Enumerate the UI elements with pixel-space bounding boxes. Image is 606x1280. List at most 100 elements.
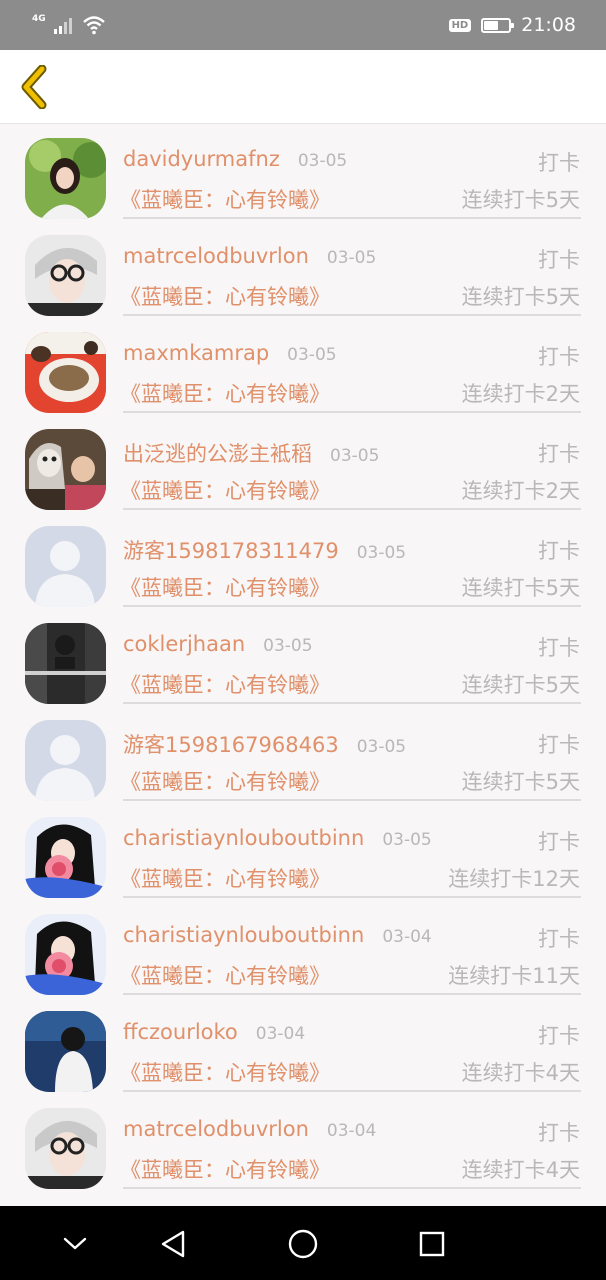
book-title[interactable]: 《蓝曦臣：心有铃曦》 [120,1057,330,1087]
avatar[interactable] [25,138,106,219]
checkin-row[interactable]: coklerjhaan 03-05 打卡 《蓝曦臣：心有铃曦》 连续打卡5天 [0,610,606,707]
user-name[interactable]: 游客1598178311479 03-05 [123,535,406,565]
divider [123,217,581,219]
divider [123,993,581,995]
checkin-label: 打卡 [538,733,580,757]
divider [123,411,581,413]
divider [123,1187,581,1189]
checkin-row[interactable]: 游客1598167968463 03-05 打卡 《蓝曦臣：心有铃曦》 连续打卡5… [0,707,606,804]
book-title[interactable]: 《蓝曦臣：心有铃曦》 [120,1154,330,1184]
nav-home-button[interactable] [283,1224,323,1264]
divider [123,799,581,801]
signal-icon [53,18,72,34]
streak-text: 连续打卡2天 [461,479,580,503]
checkin-row[interactable]: matrcelodbuvrlon 03-04 打卡 《蓝曦臣：心有铃曦》 连续打卡… [0,1095,606,1192]
avatar[interactable] [25,720,106,801]
user-name[interactable]: davidyurmafnz 03-05 [123,147,347,171]
checkin-row[interactable]: 游客1598178311479 03-05 打卡 《蓝曦臣：心有铃曦》 连续打卡5… [0,513,606,610]
streak-text: 连续打卡5天 [461,673,580,697]
hd-badge: HD [448,18,472,32]
streak-text: 连续打卡5天 [461,576,580,600]
avatar[interactable] [25,817,106,898]
avatar[interactable] [25,1108,106,1189]
streak-text: 连续打卡5天 [461,770,580,794]
nav-back-button[interactable] [153,1224,193,1264]
home-circle-icon [288,1229,318,1259]
post-date: 03-05 [263,636,313,656]
post-date: 03-04 [255,1024,306,1044]
back-triangle-icon [161,1230,185,1258]
post-date: 03-05 [330,446,380,466]
user-name[interactable]: maxmkamrap 03-05 [123,341,337,365]
checkin-label: 打卡 [538,248,580,272]
book-title[interactable]: 《蓝曦臣：心有铃曦》 [120,863,330,893]
post-date: 03-04 [326,1121,377,1141]
chevron-left-icon [21,65,47,109]
divider [123,314,581,316]
book-title[interactable]: 《蓝曦臣：心有铃曦》 [120,766,330,796]
post-date: 03-05 [356,543,407,563]
user-name[interactable]: coklerjhaan 03-05 [123,632,313,656]
status-left: 4G [32,12,106,38]
streak-text: 连续打卡5天 [461,285,580,309]
checkin-row[interactable]: ffczourloko 03-04 打卡 《蓝曦臣：心有铃曦》 连续打卡4天 [0,998,606,1095]
book-title[interactable]: 《蓝曦臣：心有铃曦》 [120,960,330,990]
user-name[interactable]: 游客1598167968463 03-05 [123,729,406,759]
hide-nav-button[interactable] [55,1224,95,1264]
status-right: HD 21:08 [448,10,576,40]
chevron-down-icon [63,1237,87,1250]
recents-square-icon [419,1231,445,1257]
streak-text: 连续打卡4天 [461,1158,580,1182]
user-name[interactable]: matrcelodbuvrlon 03-04 [123,1117,376,1141]
book-title[interactable]: 《蓝曦臣：心有铃曦》 [120,184,330,214]
post-date: 03-05 [382,830,432,850]
avatar[interactable] [25,429,106,510]
post-date: 03-04 [382,927,432,947]
divider [123,702,581,704]
streak-text: 连续打卡4天 [461,1061,580,1085]
divider [123,605,581,607]
nav-recents-button[interactable] [412,1224,452,1264]
divider [123,1090,581,1092]
avatar[interactable] [25,332,106,413]
checkin-row[interactable]: matrcelodbuvrlon 03-05 打卡 《蓝曦臣：心有铃曦》 连续打卡… [0,222,606,319]
divider [123,508,581,510]
status-bar: 4G HD 21:08 [0,0,606,50]
post-date: 03-05 [356,737,407,757]
streak-text: 连续打卡11天 [448,964,580,988]
checkin-label: 打卡 [538,151,580,175]
clock: 21:08 [521,14,576,36]
wifi-icon [82,16,105,35]
header-bar [0,50,606,124]
avatar[interactable] [25,914,106,995]
streak-text: 连续打卡2天 [461,382,580,406]
user-name[interactable]: charistiaynlouboutbinn 03-04 [123,923,432,947]
book-title[interactable]: 《蓝曦臣：心有铃曦》 [120,475,330,505]
checkin-row[interactable]: davidyurmafnz 03-05 打卡 《蓝曦臣：心有铃曦》 连续打卡5天 [0,125,606,222]
streak-text: 连续打卡5天 [461,188,580,212]
checkin-list[interactable]: davidyurmafnz 03-05 打卡 《蓝曦臣：心有铃曦》 连续打卡5天 … [0,125,606,1206]
checkin-label: 打卡 [538,1121,580,1145]
book-title[interactable]: 《蓝曦臣：心有铃曦》 [120,669,330,699]
avatar[interactable] [25,1011,106,1092]
checkin-row[interactable]: 出泛逃的公澎主袛稻 03-05 打卡 《蓝曦臣：心有铃曦》 连续打卡2天 [0,416,606,513]
avatar[interactable] [25,623,106,704]
user-name[interactable]: charistiaynlouboutbinn 03-05 [123,826,432,850]
user-name[interactable]: ffczourloko 03-04 [123,1020,305,1044]
avatar[interactable] [25,235,106,316]
avatar[interactable] [25,526,106,607]
network-type: 4G [32,14,46,24]
user-name[interactable]: matrcelodbuvrlon 03-05 [123,244,376,268]
post-date: 03-05 [326,248,377,268]
checkin-row[interactable]: charistiaynlouboutbinn 03-05 打卡 《蓝曦臣：心有铃曦… [0,804,606,901]
user-name[interactable]: 出泛逃的公澎主袛稻 03-05 [123,438,379,468]
checkin-row[interactable]: maxmkamrap 03-05 打卡 《蓝曦臣：心有铃曦》 连续打卡2天 [0,319,606,416]
checkin-row[interactable]: charistiaynlouboutbinn 03-04 打卡 《蓝曦臣：心有铃曦… [0,901,606,998]
navigation-bar [0,1206,606,1280]
checkin-label: 打卡 [538,539,580,563]
book-title[interactable]: 《蓝曦臣：心有铃曦》 [120,572,330,602]
back-button[interactable] [12,62,58,112]
book-title[interactable]: 《蓝曦臣：心有铃曦》 [120,378,330,408]
book-title[interactable]: 《蓝曦臣：心有铃曦》 [120,281,330,311]
battery-icon [481,17,515,33]
